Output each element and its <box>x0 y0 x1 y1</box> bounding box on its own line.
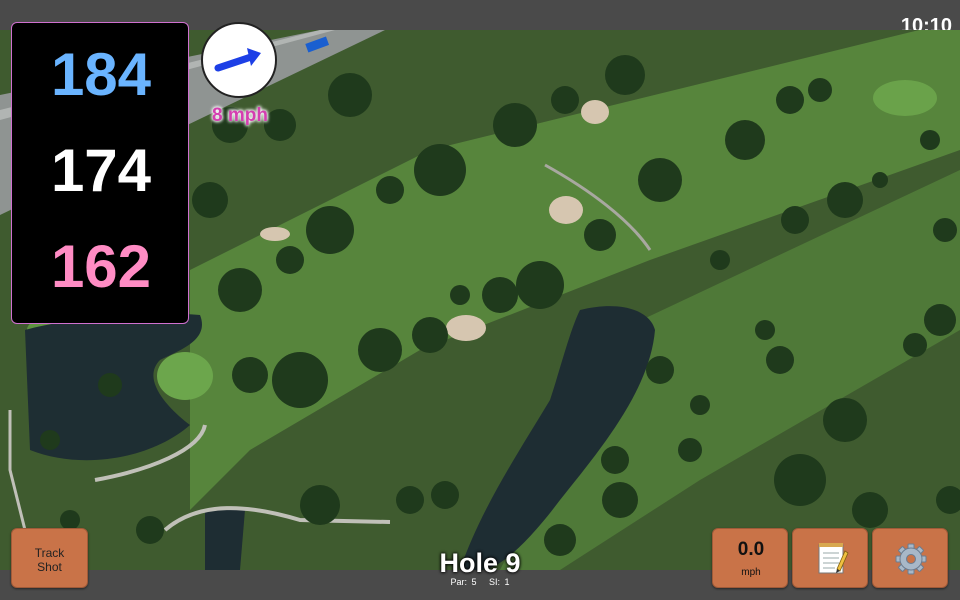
notepad-icon <box>818 543 849 574</box>
wind-speed-label: 8 mph <box>212 105 268 126</box>
wind-indicator <box>201 22 277 98</box>
hole-info: Par: 5 SI: 1 <box>380 577 580 587</box>
hole-par: Par: 5 <box>450 577 477 587</box>
blue-arrow-icon <box>214 48 261 72</box>
back-distance: 184 <box>50 41 152 108</box>
track-shot-label-line1: Track <box>34 546 65 560</box>
wind-button-value: 0.0 <box>737 539 765 560</box>
track-shot-label-line2: Shot <box>37 560 62 574</box>
settings-button[interactable] <box>872 528 948 588</box>
hole-title: Hole 9 <box>439 548 521 578</box>
wind-button-unit: mph <box>741 567 761 578</box>
middle-distance: 174 <box>50 137 152 204</box>
track-shot-button[interactable]: Track Shot <box>11 528 88 588</box>
notes-button[interactable] <box>792 528 868 588</box>
wind-speed-button[interactable]: 0.0 mph <box>712 528 788 588</box>
front-distance: 162 <box>50 233 152 300</box>
gear-icon <box>895 543 927 575</box>
hole-stroke-index: SI: 1 <box>489 577 510 587</box>
distance-panel: 184 174 162 <box>11 22 189 324</box>
